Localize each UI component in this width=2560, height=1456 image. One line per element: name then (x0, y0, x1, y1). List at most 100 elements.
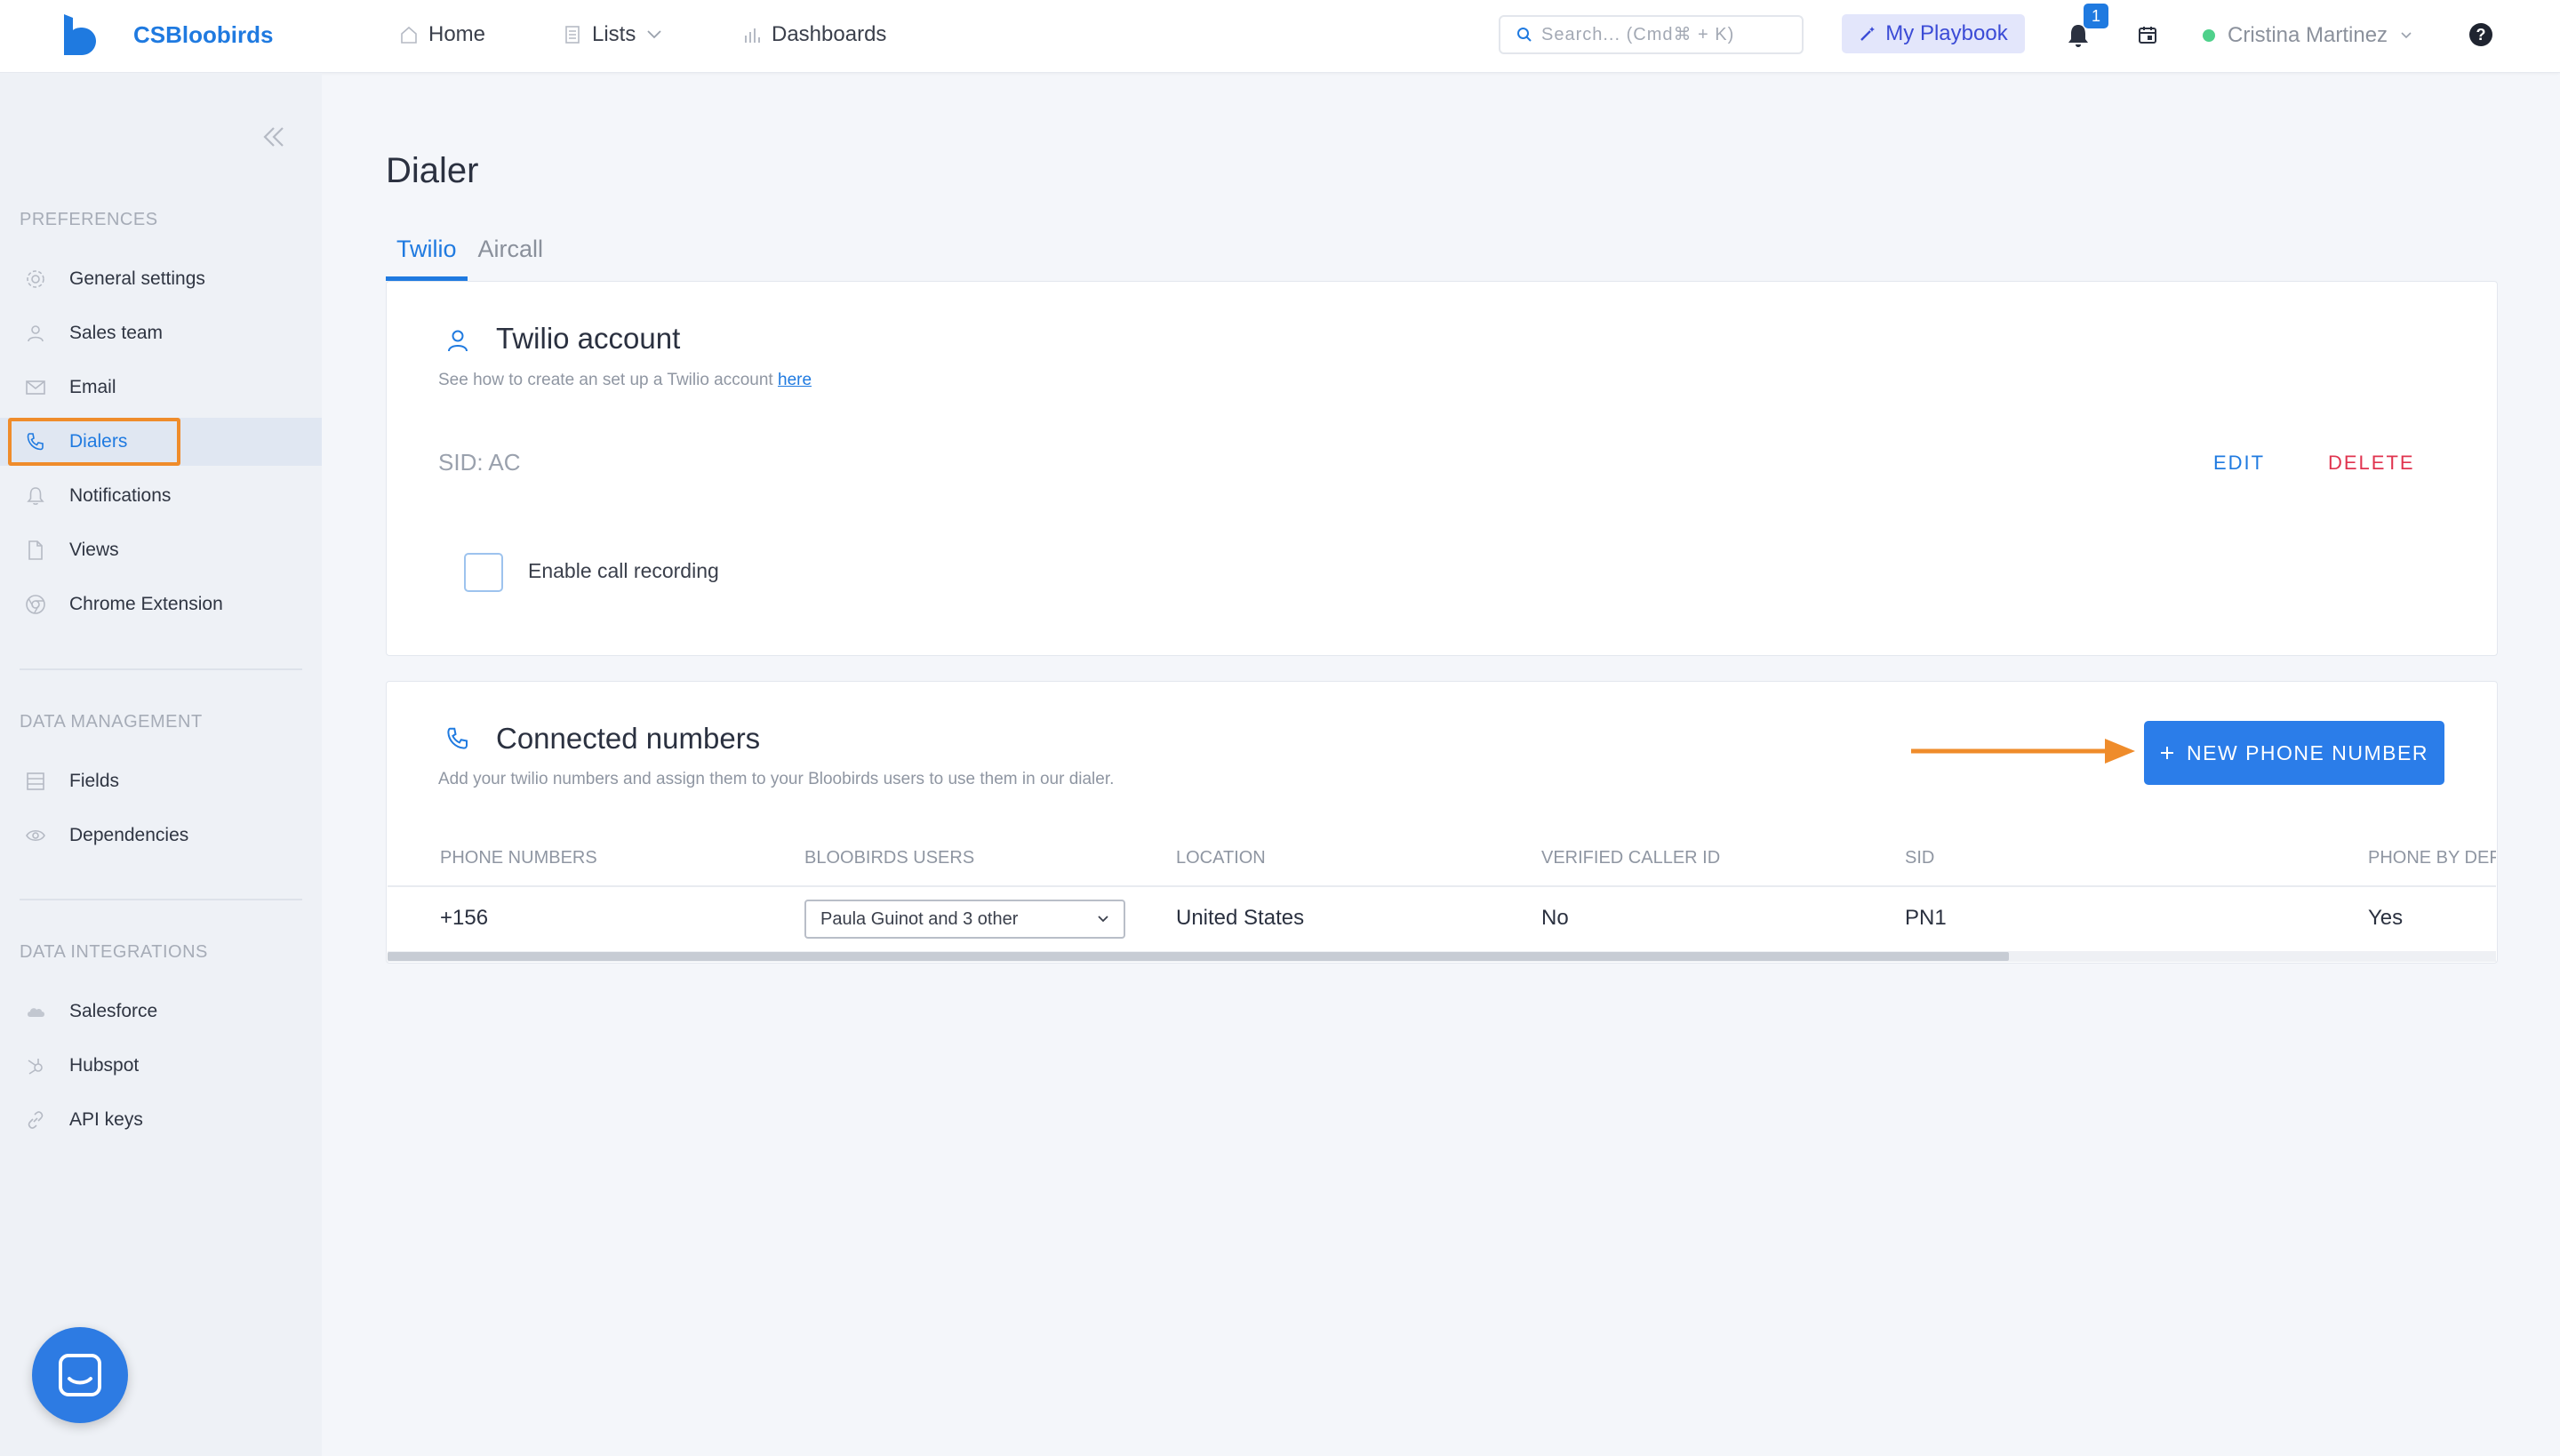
sidebar-divider (20, 899, 302, 900)
phone-icon (447, 727, 468, 749)
nav-lists[interactable]: Lists (564, 18, 662, 52)
sidebar-divider (20, 668, 302, 670)
wand-icon (1860, 27, 1876, 41)
chrome-icon (26, 595, 45, 614)
sidebar-item-views[interactable]: Views (0, 526, 322, 574)
home-icon (401, 26, 417, 44)
user-icon (448, 330, 468, 352)
sidebar-item-general-settings[interactable]: General settings (0, 255, 322, 303)
notification-count-badge: 1 (2084, 4, 2108, 28)
list-icon (565, 26, 580, 44)
bloobirds-users-select[interactable]: Paula Guinot and 3 other (804, 900, 1125, 939)
column-header-sid: SID (1905, 848, 1935, 868)
chevron-down-icon (1098, 916, 1108, 923)
twilio-account-subtitle: See how to create an set up a Twilio acc… (438, 371, 812, 390)
user-menu[interactable]: Cristina Martinez (2203, 20, 2412, 52)
collapse-sidebar-icon[interactable] (260, 123, 288, 151)
link-icon (28, 1111, 44, 1129)
chevron-down-icon (647, 30, 661, 39)
chat-launcher-button[interactable] (32, 1327, 128, 1423)
sidebar-item-dependencies[interactable]: Dependencies (0, 812, 322, 860)
column-header-phone-numbers: PHONE NUMBERS (440, 848, 597, 868)
nav-home-label: Home (428, 22, 486, 46)
hubspot-icon (28, 1059, 43, 1075)
nav-dashboards-label: Dashboards (772, 22, 887, 46)
my-playbook-label: My Playbook (1885, 21, 2008, 45)
document-icon (28, 540, 43, 560)
call-recording-label: Enable call recording (528, 559, 719, 582)
chevron-down-icon (2401, 32, 2412, 39)
sidebar-item-label: General settings (69, 268, 205, 289)
column-header-bloobirds-users: BLOOBIRDS USERS (804, 848, 975, 868)
twilio-account-subtitle-text: See how to create an set up a Twilio acc… (438, 371, 773, 389)
cell-location: United States (1176, 906, 1305, 930)
sidebar-item-fields[interactable]: Fields (0, 757, 322, 805)
sidebar-item-label: Sales team (69, 323, 164, 343)
sidebar-item-chrome-extension[interactable]: Chrome Extension (0, 580, 322, 628)
sidebar-item-api-keys[interactable]: API keys (0, 1096, 322, 1144)
cloud-icon (28, 1008, 44, 1017)
cell-sid: PN1 (1905, 906, 1947, 930)
user-status-dot (2203, 29, 2215, 42)
column-header-location: LOCATION (1176, 848, 1266, 868)
phone-icon (27, 433, 44, 451)
sidebar-item-hubspot[interactable]: Hubspot (0, 1042, 322, 1090)
sidebar-item-label: Hubspot (69, 1055, 140, 1076)
sidebar-item-label: Dependencies (69, 825, 189, 845)
fields-icon (27, 772, 44, 790)
dialer-tabs: Twilio Aircall (386, 231, 554, 281)
edit-button[interactable]: EDIT (2213, 452, 2265, 475)
sidebar-item-notifications[interactable]: Notifications (0, 472, 322, 520)
bloobirds-users-select-value: Paula Guinot and 3 other (820, 908, 1019, 929)
sidebar-item-salesforce[interactable]: Salesforce (0, 988, 322, 1036)
calendar-icon[interactable] (2137, 24, 2158, 45)
search-icon (1517, 28, 1532, 42)
delete-button[interactable]: DELETE (2328, 452, 2415, 475)
sidebar-heading-preferences: PREFERENCES (20, 210, 158, 229)
nav-home[interactable]: Home (400, 18, 485, 52)
new-phone-number-button[interactable]: NEW PHONE NUMBER (2144, 721, 2444, 785)
twilio-sid: SID: AC (438, 449, 521, 476)
sidebar-item-label: Salesforce (69, 1001, 158, 1021)
sidebar-item-label: Views (69, 540, 119, 560)
table-scrollbar-thumb[interactable] (388, 952, 2009, 961)
sidebar-heading-data-integrations: DATA INTEGRATIONS (20, 942, 208, 962)
user-name: Cristina Martinez (2228, 23, 2388, 47)
connected-numbers-subtitle: Add your twilio numbers and assign them … (438, 770, 1115, 788)
sidebar-item-email[interactable]: Email (0, 364, 322, 412)
sidebar-item-label: Fields (69, 771, 120, 791)
search-box[interactable] (1499, 15, 1804, 54)
bar-chart-icon (745, 28, 760, 43)
nav-dashboards[interactable]: Dashboards (743, 18, 886, 52)
user-icon (28, 325, 44, 342)
help-icon[interactable]: ? (2468, 21, 2494, 48)
twilio-setup-link[interactable]: here (778, 371, 812, 389)
search-input[interactable] (1541, 24, 1790, 45)
bell-icon (27, 487, 44, 505)
sidebar-item-dialers[interactable]: Dialers (0, 418, 322, 466)
sidebar-item-label: Notifications (69, 485, 172, 506)
new-phone-number-label: NEW PHONE NUMBER (2187, 740, 2428, 764)
sidebar: PREFERENCES General settings Sales team … (0, 73, 322, 1456)
call-recording-checkbox[interactable] (464, 553, 503, 592)
connected-numbers-title: Connected numbers (496, 722, 761, 755)
twilio-account-card (386, 281, 2498, 656)
sidebar-item-label: Email (69, 377, 116, 397)
plus-icon (2161, 747, 2174, 759)
cell-phone-number: +156 (440, 906, 489, 930)
brand-name[interactable]: CSBloobirds (133, 20, 273, 50)
gear-icon (27, 270, 44, 288)
top-bar: CSBloobirds Home Lists Dashboards My Pla… (0, 0, 2560, 73)
cell-phone-by-default: Yes (2368, 906, 2404, 930)
sidebar-item-sales-team[interactable]: Sales team (0, 309, 322, 357)
my-playbook-button[interactable]: My Playbook (1842, 14, 2025, 53)
page-title: Dialer (386, 151, 479, 190)
sidebar-item-label: Dialers (69, 431, 128, 452)
bloobirds-logo-icon[interactable] (62, 14, 96, 55)
cell-verified-caller-id: No (1541, 906, 1569, 930)
tab-aircall[interactable]: Aircall (468, 231, 555, 281)
arrow-annotation-icon (1911, 739, 2135, 764)
tab-twilio[interactable]: Twilio (386, 231, 468, 281)
svg-text:?: ? (2476, 26, 2486, 44)
chat-icon (59, 1354, 101, 1396)
